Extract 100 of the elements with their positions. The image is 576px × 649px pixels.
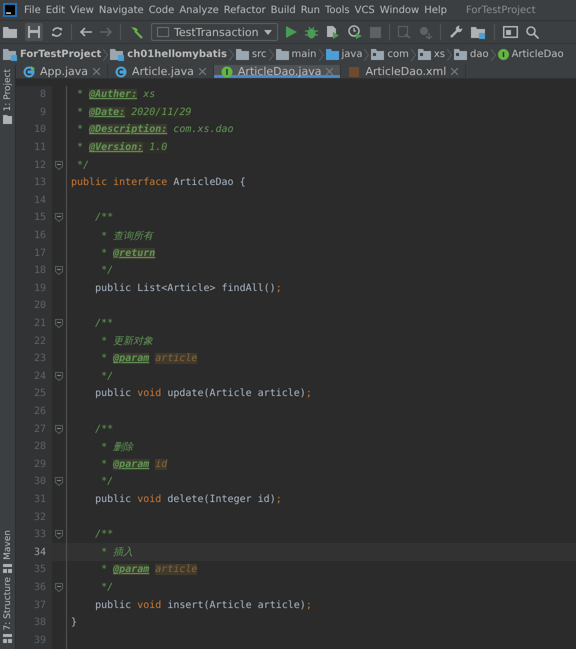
run-config-dropdown[interactable]: TestTransaction	[151, 23, 278, 41]
breadcrumb-item[interactable]: src	[236, 49, 267, 60]
code-text: public	[94, 388, 132, 400]
doc-tag-value: 1.0	[143, 142, 168, 154]
editor-tab[interactable]: Article.java	[108, 65, 214, 78]
menu-item[interactable]: Tools	[324, 4, 350, 16]
breadcrumb-item[interactable]: ArticleDao	[498, 49, 564, 60]
doc-tag: @Description:	[89, 124, 168, 136]
doc-tag: @param	[113, 353, 150, 364]
folder-icon[interactable]	[3, 26, 17, 38]
fold-marker-icon[interactable]	[55, 213, 63, 222]
menu-item[interactable]: Navigate	[98, 4, 144, 16]
code-comment: *	[76, 106, 84, 118]
editor-tab[interactable]: ArticleDao.xml	[341, 65, 466, 78]
param-name: id	[155, 458, 168, 470]
param-name: article	[155, 353, 198, 364]
code-comment: *	[76, 89, 84, 100]
editor-tab[interactable]: App.java	[16, 65, 108, 78]
menu-item[interactable]: Refactor	[224, 4, 266, 16]
code-comment: */	[100, 265, 114, 276]
menu-item[interactable]: Help	[424, 4, 448, 16]
folder-icon	[326, 49, 339, 60]
menu-item[interactable]: Analyze	[179, 4, 219, 16]
xml-file-icon	[348, 66, 360, 78]
breadcrumb-item[interactable]: java	[326, 49, 362, 60]
search-icon[interactable]	[526, 26, 539, 38]
chevron-icon	[364, 48, 370, 60]
save-icon[interactable]	[25, 23, 43, 41]
code-comment: * 删除	[100, 442, 134, 453]
menu-item[interactable]: Code	[148, 4, 174, 16]
code-keyword: ;	[306, 600, 312, 611]
chevron-icon	[268, 48, 274, 60]
menu-item[interactable]: Edit	[46, 4, 66, 16]
app-logo-icon	[3, 3, 17, 17]
param-name: article	[155, 564, 198, 576]
profiler-icon[interactable]	[348, 25, 362, 39]
sync-icon[interactable]	[51, 26, 63, 38]
code-comment: /**	[94, 212, 114, 224]
terminal-icon[interactable]	[502, 26, 518, 38]
run-icon[interactable]	[286, 26, 297, 38]
menu-item[interactable]: Run	[300, 4, 320, 16]
code-text: delete(Integer id)	[167, 494, 276, 505]
close-icon[interactable]	[93, 68, 100, 75]
project-tool-tab[interactable]: 1: Project	[2, 69, 12, 112]
code-comment: *	[100, 564, 108, 576]
editor-tab[interactable]: ArticleDao.java	[214, 65, 342, 78]
code-text: insert(Article article)	[167, 600, 306, 611]
folder-icon	[3, 115, 12, 124]
code-comment: */	[100, 476, 114, 488]
code-comment: * 更新对象	[100, 336, 154, 348]
breadcrumb-item[interactable]: ForTestProject	[3, 48, 102, 60]
code-keyword: ;	[306, 388, 312, 400]
fold-marker-icon[interactable]	[55, 160, 63, 170]
chevron-icon	[103, 48, 108, 60]
fold-marker-icon[interactable]	[55, 582, 63, 592]
breadcrumb-item[interactable]: com	[371, 49, 409, 60]
hammer-icon[interactable]	[129, 25, 143, 39]
breadcrumb-item[interactable]: dao	[454, 49, 489, 60]
close-icon[interactable]	[451, 68, 458, 75]
fold-marker-icon[interactable]	[55, 319, 63, 328]
code-comment: /**	[94, 318, 114, 330]
back-arrow-icon[interactable]	[80, 27, 92, 37]
wrench-icon[interactable]	[448, 25, 463, 39]
fold-marker-icon[interactable]	[55, 372, 63, 381]
tool-window-tab[interactable]: 7: Structure	[2, 576, 12, 630]
tool-window-tab[interactable]: Maven	[2, 530, 12, 560]
breadcrumb-item[interactable]: xs	[418, 49, 445, 60]
menu-item[interactable]: File	[24, 4, 41, 16]
menu-item[interactable]: Build	[270, 4, 296, 16]
bug-icon[interactable]	[304, 26, 318, 38]
fold-marker-icon[interactable]	[55, 530, 63, 540]
doc-tag-value: 2020/11/29	[125, 106, 192, 118]
code-keyword: public interface	[71, 177, 168, 188]
code-comment: *	[100, 458, 108, 470]
code-keyword: ;	[276, 282, 282, 294]
folder-icon	[236, 49, 249, 60]
code-keyword: void	[137, 494, 162, 505]
code-comment: */	[76, 160, 90, 171]
breadcrumb-item[interactable]: ch01hellomybatis	[110, 48, 227, 60]
window-icon	[157, 27, 169, 37]
coverage-icon[interactable]	[326, 25, 340, 39]
project-structure-icon[interactable]	[470, 26, 486, 38]
chevron-icon	[446, 48, 452, 60]
menu-item[interactable]: View	[70, 4, 94, 16]
code-text: ArticleDao {	[173, 177, 246, 188]
module-folder-icon	[110, 48, 124, 60]
breadcrumb-item[interactable]: main	[276, 49, 317, 60]
code-text: public	[94, 600, 132, 611]
chevron-icon	[490, 48, 496, 60]
menu-item[interactable]: Window	[380, 4, 420, 16]
close-icon[interactable]	[198, 68, 206, 75]
fold-marker-icon[interactable]	[55, 477, 63, 486]
chevron-icon	[228, 48, 234, 60]
code-text: public	[94, 494, 132, 505]
code-keyword: void	[137, 600, 162, 611]
menu-item[interactable]: VCS	[354, 4, 375, 16]
fold-marker-icon[interactable]	[55, 424, 63, 434]
fold-marker-icon[interactable]	[55, 266, 63, 276]
code-comment: */	[100, 370, 114, 382]
package-icon	[418, 49, 431, 60]
